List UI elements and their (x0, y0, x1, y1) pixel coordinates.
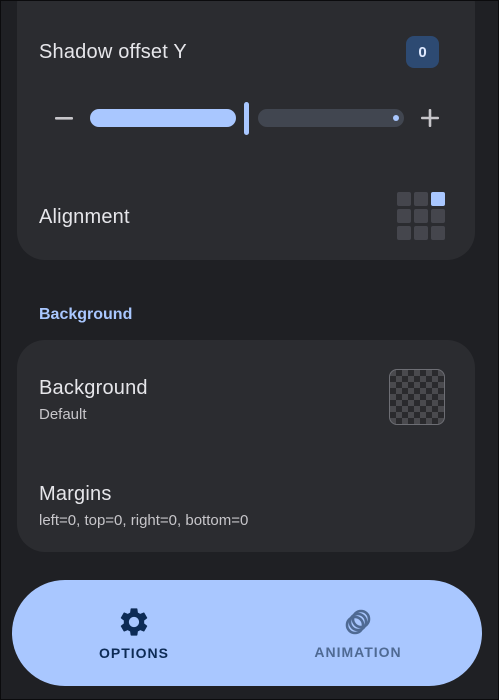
minus-icon[interactable] (50, 104, 78, 132)
slider-active-track[interactable] (90, 109, 236, 127)
align-top-center[interactable] (414, 192, 428, 206)
gear-icon (120, 608, 148, 636)
margins-row[interactable]: Margins left=0, top=0, right=0, bottom=0 (17, 446, 475, 552)
align-bottom-center[interactable] (414, 226, 428, 240)
transparent-background-swatch[interactable] (389, 369, 445, 425)
text-settings-card: Shadow offset Y 0 Alignment (17, 0, 475, 260)
nav-item-animation[interactable]: ANIMATION (258, 580, 458, 686)
align-center-right[interactable] (431, 209, 445, 223)
background-section-header: Background (39, 306, 133, 323)
shadow-offset-y-label: Shadow offset Y (39, 41, 187, 63)
background-card: Background Default Margins left=0, top=0… (17, 340, 475, 552)
margins-label: Margins (39, 483, 112, 505)
alignment-grid-icon[interactable] (397, 192, 445, 240)
background-row[interactable]: Background Default (17, 340, 475, 446)
align-bottom-right[interactable] (431, 226, 445, 240)
nav-item-options[interactable]: OPTIONS (34, 580, 234, 686)
align-top-left[interactable] (397, 192, 411, 206)
align-bottom-left[interactable] (397, 226, 411, 240)
background-label: Background (39, 377, 148, 399)
align-top-right[interactable] (431, 192, 445, 206)
background-value: Default (39, 406, 87, 423)
circles-icon (345, 609, 371, 635)
alignment-label: Alignment (39, 206, 130, 228)
bottom-navigation-bar: OPTIONS ANIMATION (12, 580, 482, 686)
align-center[interactable] (414, 209, 428, 223)
shadow-offset-y-value-badge: 0 (406, 36, 439, 68)
nav-label-options: OPTIONS (98, 645, 169, 661)
slider-thumb[interactable] (244, 102, 249, 135)
margins-value: left=0, top=0, right=0, bottom=0 (39, 512, 249, 529)
slider-stop-indicator (393, 115, 399, 121)
nav-label-animation: ANIMATION (314, 644, 402, 660)
slider-inactive-track[interactable] (258, 109, 404, 127)
plus-icon[interactable] (416, 104, 444, 132)
align-center-left[interactable] (397, 209, 411, 223)
